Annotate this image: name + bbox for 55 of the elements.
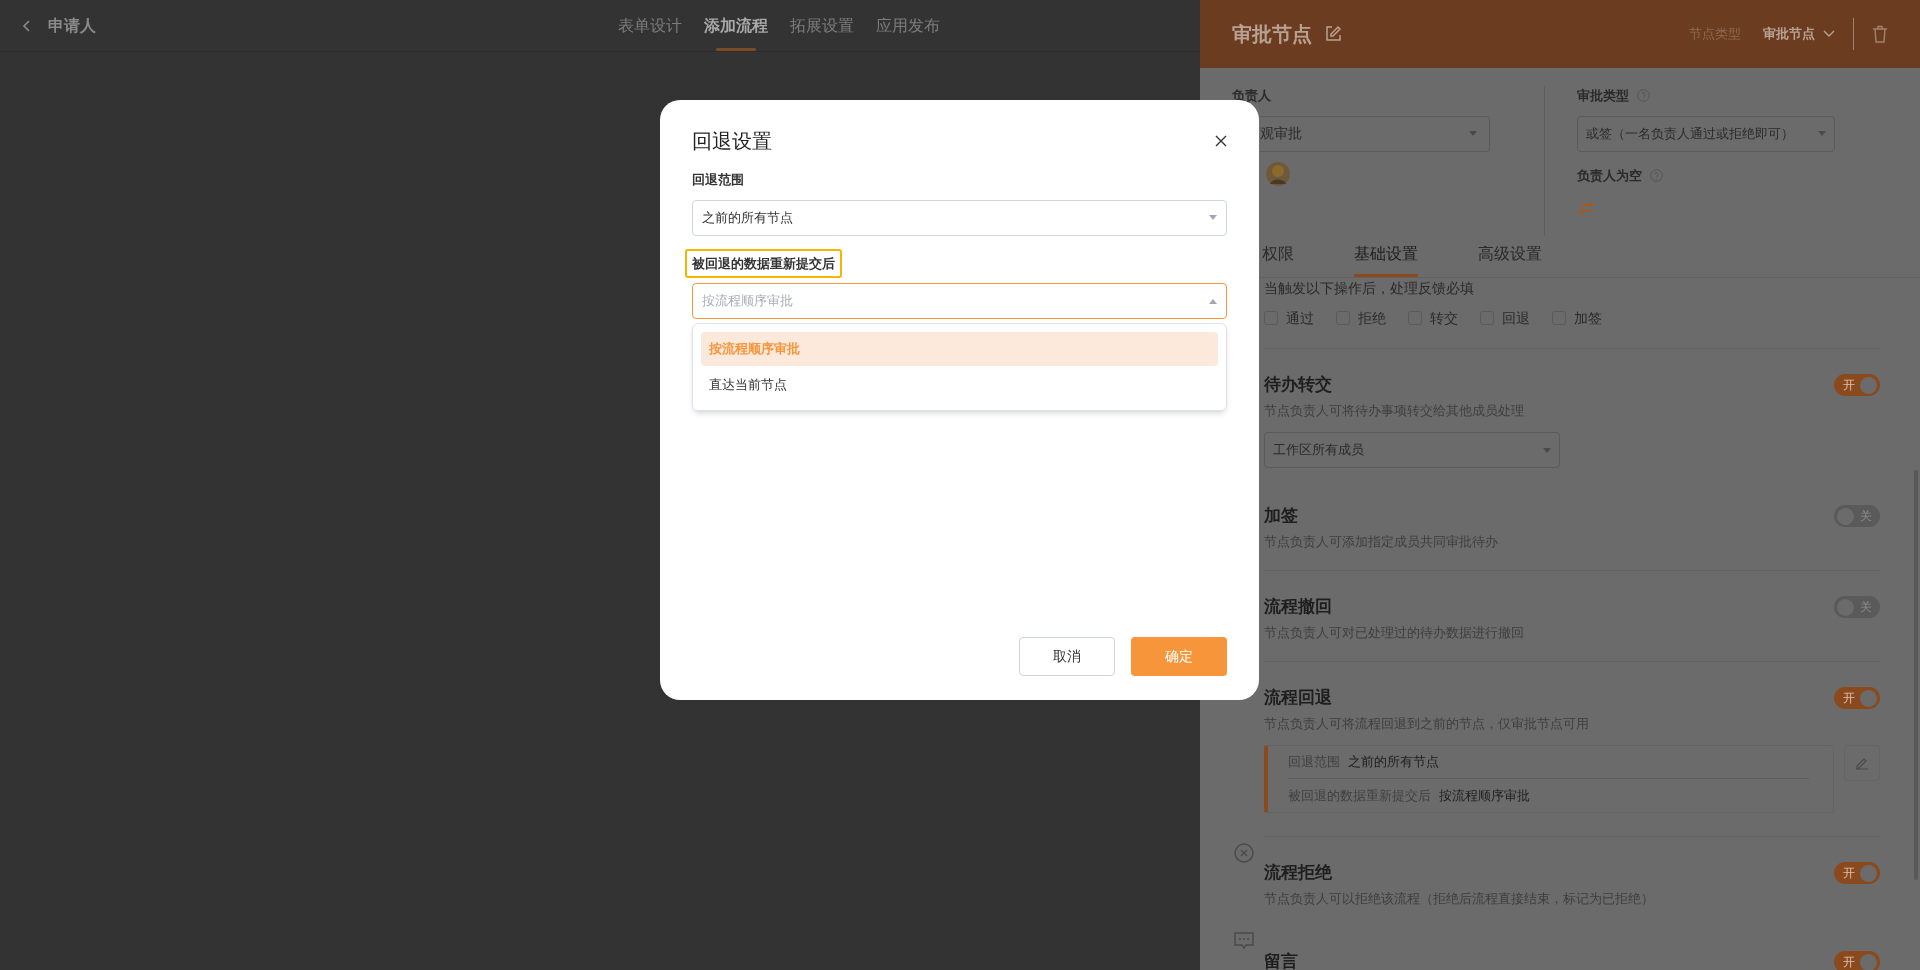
member-select[interactable]: 工作区所有成员	[1264, 432, 1560, 468]
field-label: 负责人为空	[1577, 166, 1642, 185]
setting-title: 流程回退	[1264, 688, 1332, 708]
page-title: 申请人	[48, 15, 96, 36]
field-label: 回退范围	[692, 171, 745, 189]
field-label: 被回退的数据重新提交后	[685, 248, 842, 278]
caret-down-icon	[1469, 131, 1477, 136]
summary-value: 按流程顺序审批	[1439, 786, 1530, 805]
confirm-button[interactable]: 确定	[1131, 637, 1227, 676]
close-icon[interactable]	[1215, 135, 1227, 147]
checkbox-label: 加签	[1574, 309, 1602, 327]
edit-icon[interactable]	[1324, 25, 1342, 43]
toggle-switch[interactable]: 开	[1834, 374, 1880, 396]
nav-tab[interactable]: 拓展设置	[790, 0, 854, 51]
settings-tab[interactable]: 权限	[1262, 242, 1294, 277]
setting-title: 待办转交	[1264, 375, 1332, 395]
field-label: 审批类型	[1577, 87, 1629, 105]
range-select[interactable]: 之前的所有节点	[692, 199, 1227, 236]
chevron-down-icon	[1823, 30, 1835, 38]
owner-select[interactable]: 观审批	[1260, 115, 1490, 152]
toggle-switch[interactable]: 开	[1834, 951, 1880, 970]
avatar	[1266, 161, 1290, 186]
pencil-icon	[1855, 756, 1869, 770]
checkbox-label: 通过	[1286, 309, 1314, 327]
settings-tab[interactable]: 基础设置	[1354, 242, 1418, 277]
hint-text: 当触发以下操作后，处理反馈必填	[1264, 279, 1475, 297]
node-type-dropdown[interactable]: 审批节点	[1763, 24, 1835, 44]
dropdown-option[interactable]: 直达当前节点	[701, 368, 1218, 402]
node-title: 审批节点	[1232, 22, 1312, 47]
checkbox-label: 转交	[1430, 309, 1458, 327]
setting-title: 加签	[1264, 506, 1298, 526]
comment-icon	[1234, 932, 1254, 950]
trash-icon[interactable]	[1872, 25, 1888, 43]
nav-tab[interactable]: 添加流程	[704, 0, 768, 51]
resubmit-select[interactable]: 按流程顺序审批	[692, 283, 1227, 319]
caret-down-icon	[1818, 131, 1826, 136]
checkbox-label: 拒绝	[1358, 309, 1386, 327]
setting-title: 流程拒绝	[1264, 863, 1332, 883]
setting-title: 留言	[1264, 952, 1298, 970]
summary-value: 之前的所有节点	[1348, 753, 1439, 772]
setting-title: 流程撤回	[1264, 597, 1332, 617]
close-circle-icon	[1234, 843, 1254, 863]
caret-up-icon	[1209, 298, 1217, 304]
nav-tab[interactable]: 表单设计	[618, 0, 682, 51]
toggle-switch[interactable]: 开	[1834, 862, 1880, 884]
caret-down-icon	[1543, 447, 1551, 453]
settings-tab[interactable]: 高级设置	[1478, 242, 1542, 277]
swap-icon[interactable]	[1577, 199, 1595, 217]
dropdown-option[interactable]: 按流程顺序审批	[701, 332, 1218, 366]
dialog-title: 回退设置	[692, 129, 772, 154]
toggle-switch[interactable]: 开	[1834, 687, 1880, 709]
edit-button[interactable]	[1844, 745, 1880, 781]
nav-tab[interactable]: 应用发布	[876, 0, 940, 51]
cancel-button[interactable]: 取消	[1019, 637, 1115, 676]
caret-down-icon	[1209, 215, 1217, 220]
